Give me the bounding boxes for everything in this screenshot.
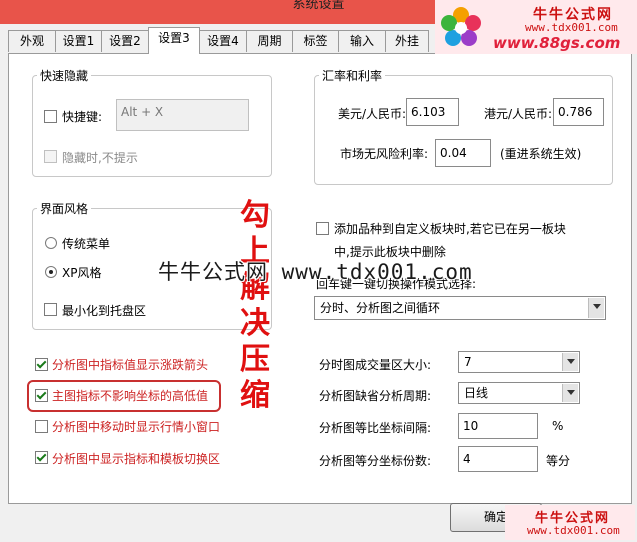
flower-logo-icon: [441, 7, 481, 46]
chevron-down-icon: [562, 384, 578, 402]
tab-input[interactable]: 输入: [338, 30, 386, 52]
bottom-url: www.tdx001.com: [527, 524, 620, 537]
option-no-affect-checkbox[interactable]: [35, 389, 48, 402]
tab-plugins[interactable]: 外挂: [385, 30, 429, 52]
hkd-label: 港元/人民币:: [484, 107, 553, 121]
ratio-unit: %: [552, 419, 564, 433]
annotation-char: 决: [240, 306, 270, 341]
option-arrows-checkbox[interactable]: [35, 358, 48, 371]
divide-count-input[interactable]: 4: [458, 446, 538, 472]
annotation-char: 勾: [240, 198, 270, 233]
default-period-label: 分析图缺省分析周期:: [319, 389, 432, 403]
tray-label: 最小化到托盘区: [62, 304, 147, 318]
option-arrows-label: 分析图中指标值显示涨跌箭头: [52, 358, 209, 372]
chevron-down-icon: [562, 353, 578, 371]
option-switch-area-checkbox[interactable]: [35, 451, 48, 464]
rates-group: [314, 75, 613, 185]
tab-settings1[interactable]: 设置1: [55, 30, 102, 52]
ratio-interval-label: 分析图等比坐标间隔:: [319, 421, 432, 435]
tab-settings4[interactable]: 设置4: [199, 30, 247, 52]
hkd-rate-input[interactable]: 0.786: [553, 98, 604, 126]
option-mini-window-label: 分析图中移动时显示行情小窗口: [52, 420, 221, 434]
tab-settings3[interactable]: 设置3: [148, 27, 200, 54]
default-period-select[interactable]: 日线: [458, 382, 580, 404]
bottom-watermark: 牛牛公式网 www.tdx001.com: [505, 505, 635, 540]
tray-checkbox[interactable]: [44, 303, 57, 316]
chevron-down-icon: [588, 298, 604, 318]
tab-labels[interactable]: 标签: [292, 30, 339, 52]
custom-block-checkbox[interactable]: [316, 222, 329, 235]
xp-style-label: XP风格: [62, 266, 102, 280]
riskfree-rate-input[interactable]: 0.04: [435, 139, 491, 167]
annotation-char: 缩: [240, 378, 270, 413]
rates-legend: 汇率和利率: [319, 67, 386, 84]
classic-menu-label: 传统菜单: [62, 237, 111, 251]
quick-hide-legend: 快速隐藏: [37, 67, 92, 84]
switch-mode-value: 分时、分析图之间循环: [320, 301, 441, 315]
custom-block-line1: 添加品种到自定义板块时,若它已在另一板块: [334, 222, 566, 236]
usd-label: 美元/人民币:: [338, 107, 407, 121]
hotkey-checkbox[interactable]: [44, 110, 57, 123]
restart-note: (重进系统生效): [500, 147, 582, 161]
option-mini-window-checkbox[interactable]: [35, 420, 48, 433]
option-switch-area-label: 分析图中显示指标和模板切换区: [52, 452, 221, 466]
top-url-1: www.tdx001.com: [525, 21, 618, 34]
tab-period[interactable]: 周期: [246, 30, 293, 52]
xp-style-radio[interactable]: [45, 266, 57, 278]
tab-strip: 外观 设置1 设置2 设置3 设置4 周期 标签 输入 外挂: [8, 27, 429, 54]
default-period-value: 日线: [464, 386, 489, 400]
option-no-affect-label: 主图指标不影响坐标的高低值: [52, 389, 209, 403]
center-watermark: 牛牛公式网 www.tdx001.com: [158, 260, 473, 284]
divide-count-label: 分析图等分坐标份数:: [319, 454, 432, 468]
riskfree-label: 市场无风险利率:: [340, 147, 429, 161]
tab-settings2[interactable]: 设置2: [101, 30, 149, 52]
hotkey-field[interactable]: Alt + X: [116, 99, 249, 131]
top-watermark: 牛牛公式网 www.tdx001.com www.88gs.com: [435, 0, 637, 54]
style-legend: 界面风格: [37, 200, 92, 217]
hide-noprompt-label: 隐藏时,不提示: [62, 151, 138, 165]
hide-noprompt-checkbox[interactable]: [44, 150, 57, 163]
switch-mode-select[interactable]: 分时、分析图之间循环: [314, 296, 606, 320]
divide-unit: 等分: [546, 454, 571, 468]
top-url-2: www.88gs.com: [493, 34, 621, 52]
ratio-interval-input[interactable]: 10: [458, 413, 538, 439]
volume-size-value: 7: [464, 355, 472, 369]
volume-size-select[interactable]: 7: [458, 351, 580, 373]
annotation-char: 压: [240, 342, 270, 377]
usd-rate-input[interactable]: 6.103: [406, 98, 459, 126]
volume-size-label: 分时图成交量区大小:: [319, 358, 432, 372]
tab-appearance[interactable]: 外观: [8, 30, 56, 52]
hotkey-label: 快捷键:: [62, 110, 103, 124]
classic-menu-radio[interactable]: [45, 237, 57, 249]
